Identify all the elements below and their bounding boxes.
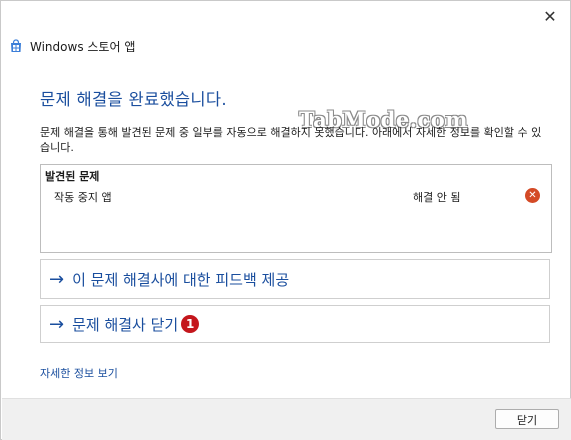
close-button[interactable]: 닫기 [495,409,559,429]
feedback-label: 이 문제 해결사에 대한 피드백 제공 [72,270,290,289]
close-troubleshooter-label: 문제 해결사 닫기 [72,315,179,334]
arrow-right-icon: → [49,313,65,335]
issues-header: 발견된 문제 [45,170,100,183]
step-number-badge: 1 [181,315,200,333]
window-title: Windows 스토어 앱 [30,39,136,54]
close-troubleshooter-button[interactable]: → 문제 해결사 닫기 1 [40,305,550,343]
feedback-button[interactable]: → 이 문제 해결사에 대한 피드백 제공 [40,259,550,299]
store-app-icon [11,39,21,52]
close-window-icon[interactable]: ✕ [540,7,560,27]
troubleshooter-window: ✕ Windows 스토어 앱 문제 해결을 완료했습니다. TabMode.c… [0,0,571,440]
arrow-right-icon: → [49,268,65,290]
issue-name: 작동 중지 앱 [54,191,112,204]
description-text: 문제 해결을 통해 발견된 문제 중 일부를 자동으로 해결하지 못했습니다. … [40,126,542,154]
page-title: 문제 해결을 완료했습니다. [40,90,227,109]
footer-bar: 닫기 [2,398,571,440]
view-details-link[interactable]: 자세한 정보 보기 [40,365,118,381]
issue-status: 해결 안 됨 [413,191,461,204]
issues-list: 발견된 문제 작동 중지 앱 해결 안 됨 ✕ [40,164,552,253]
title-bar: Windows 스토어 앱 [9,35,135,57]
error-icon: ✕ [525,188,540,203]
issue-row: 작동 중지 앱 해결 안 됨 ✕ [41,187,551,205]
